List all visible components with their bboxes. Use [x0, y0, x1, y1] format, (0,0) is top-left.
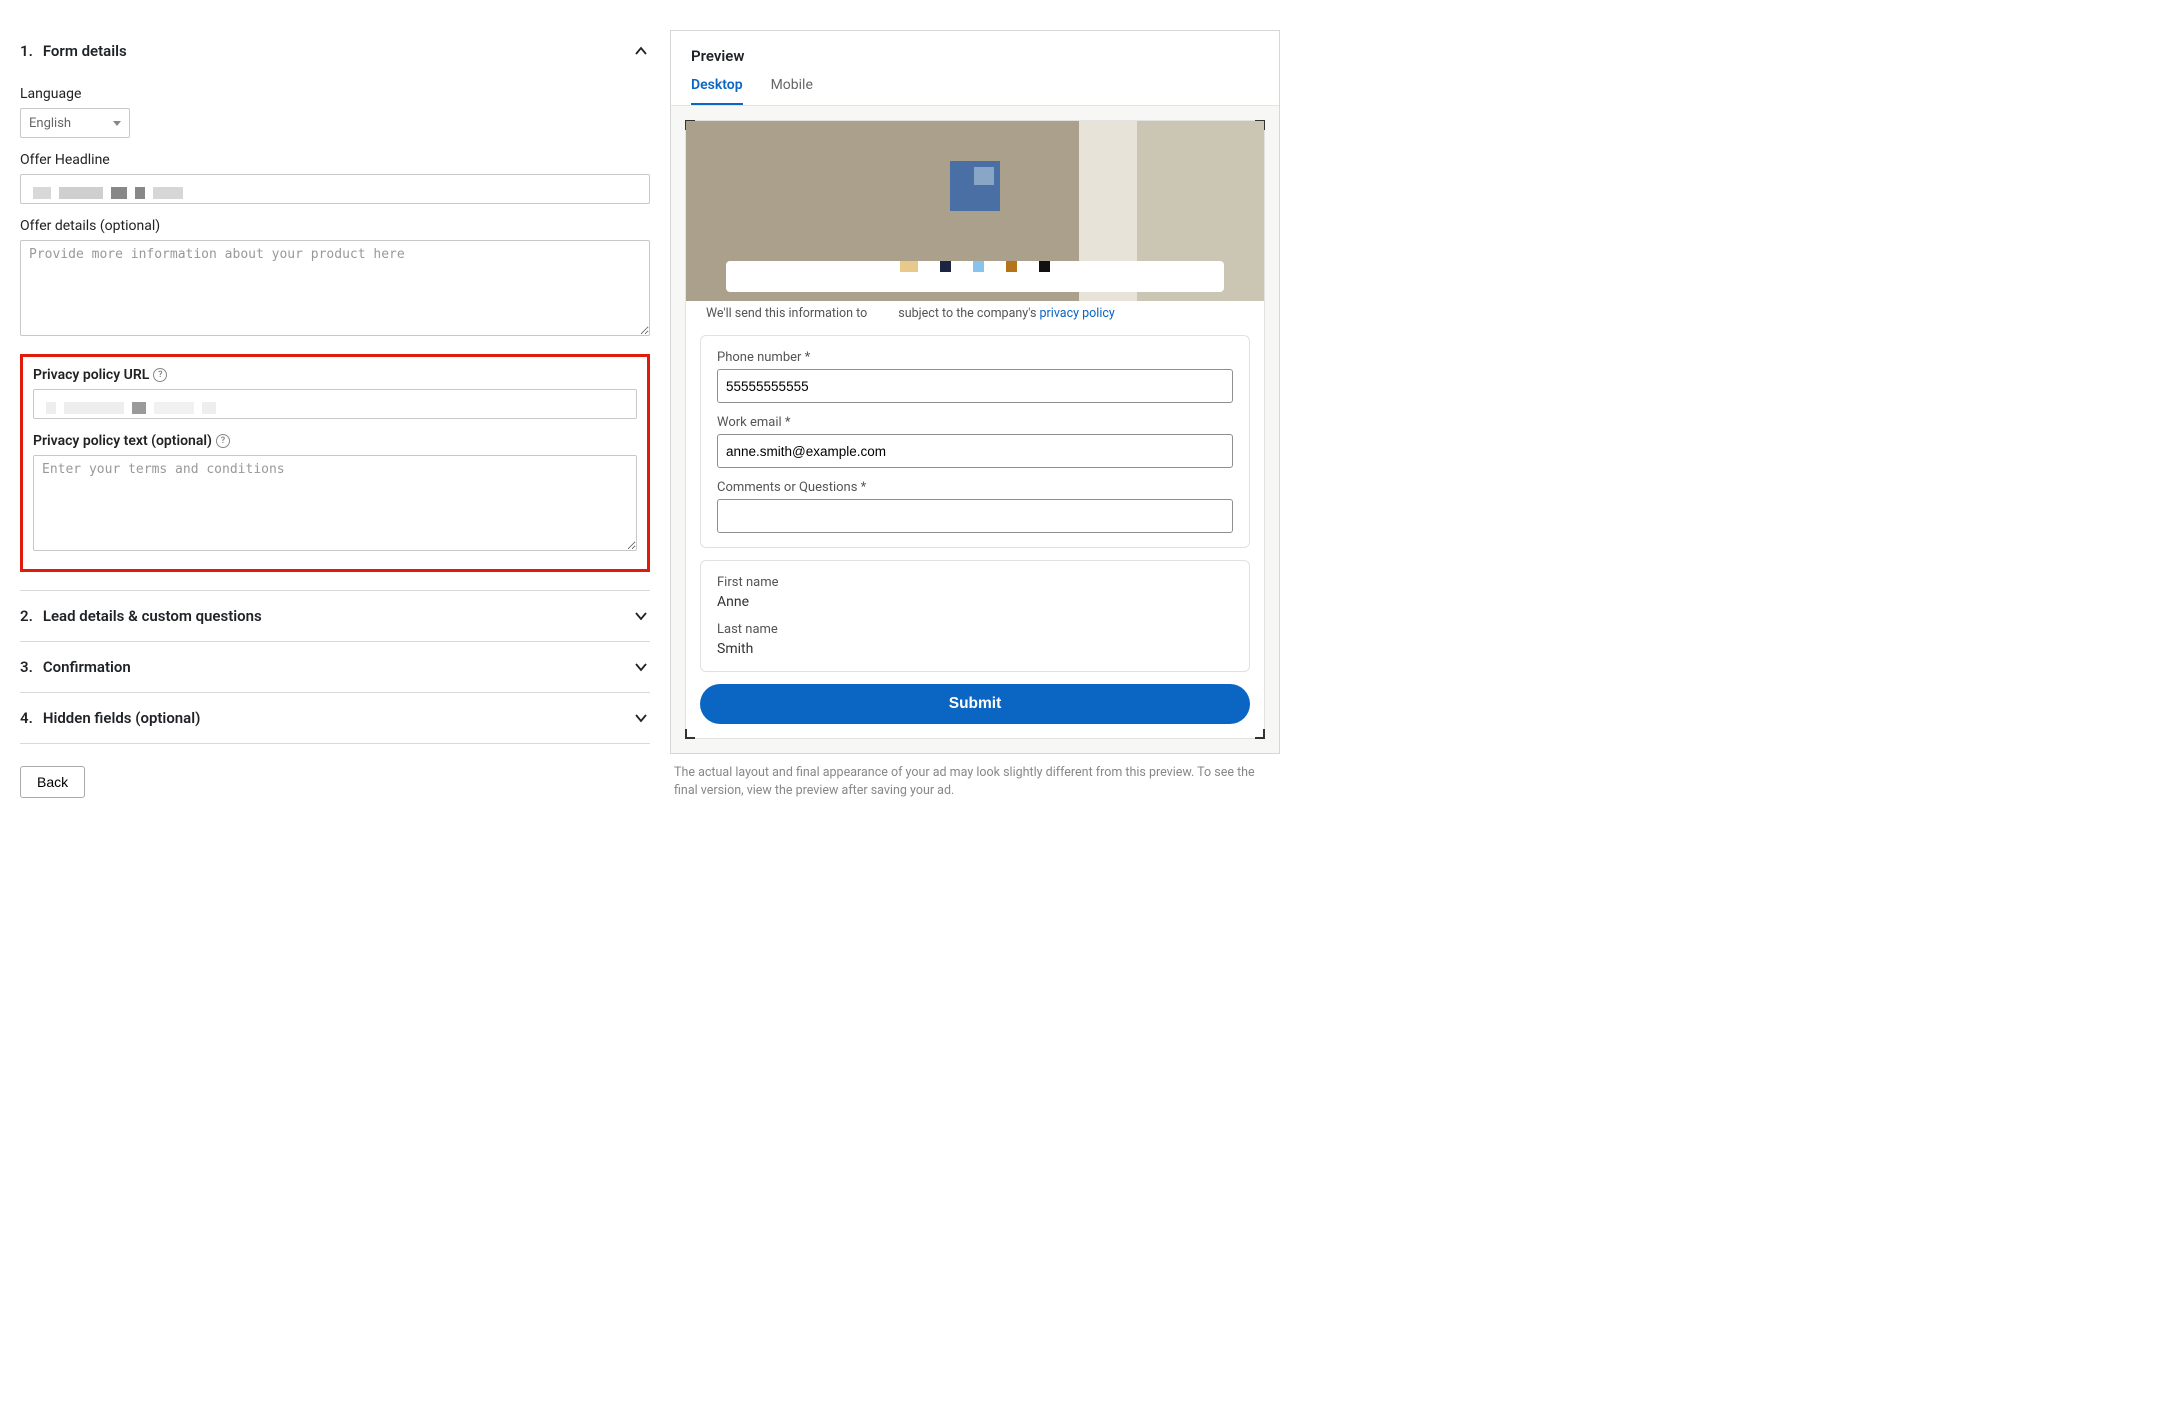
- pptext-label: Privacy policy text (optional) ?: [33, 433, 637, 449]
- tab-mobile[interactable]: Mobile: [771, 77, 813, 105]
- privacy-highlight-box: Privacy policy URL ? Privacy policy text…: [20, 354, 650, 572]
- headline-label: Offer Headline: [20, 152, 650, 168]
- section-num: 1.: [20, 42, 33, 60]
- section-title: Lead details & custom questions: [43, 607, 262, 625]
- headline-input[interactable]: [20, 174, 650, 204]
- firstname-label: First name: [717, 575, 1233, 590]
- help-icon[interactable]: ?: [216, 434, 230, 448]
- language-value: English: [29, 116, 71, 131]
- phone-input[interactable]: [717, 369, 1233, 403]
- headline-placeholder: [726, 261, 1224, 272]
- privacy-policy-link[interactable]: privacy policy: [1040, 306, 1115, 321]
- preview-form-inputs: Phone number * Work email * Comments or …: [700, 335, 1250, 548]
- preview-panel: Preview Desktop Mobile: [670, 30, 1280, 810]
- comments-input[interactable]: [717, 499, 1233, 533]
- chevron-down-icon: [632, 709, 650, 727]
- preview-title: Preview: [671, 31, 1279, 65]
- chevron-down-icon: [632, 607, 650, 625]
- email-label: Work email *: [717, 415, 1233, 430]
- details-textarea[interactable]: [20, 240, 650, 336]
- section-num: 3.: [20, 658, 33, 676]
- section-hidden-fields[interactable]: 4. Hidden fields (optional): [20, 697, 650, 739]
- submit-button[interactable]: Submit: [700, 684, 1250, 724]
- section-confirmation[interactable]: 3. Confirmation: [20, 646, 650, 688]
- preview-form-static: First name Anne Last name Smith: [700, 560, 1250, 672]
- preview-footnote: The actual layout and final appearance o…: [670, 754, 1280, 810]
- help-icon[interactable]: ?: [153, 368, 167, 382]
- ppurl-input[interactable]: [33, 389, 637, 419]
- chevron-down-icon: [632, 658, 650, 676]
- firstname-value: Anne: [717, 594, 1233, 610]
- company-logo: [950, 161, 1000, 211]
- section-num: 4.: [20, 709, 33, 727]
- section-num: 2.: [20, 607, 33, 625]
- email-input[interactable]: [717, 434, 1233, 468]
- language-label: Language: [20, 86, 650, 102]
- chevron-up-icon: [632, 42, 650, 60]
- section-lead-details[interactable]: 2. Lead details & custom questions: [20, 595, 650, 637]
- section-form-details[interactable]: 1. Form details: [20, 30, 650, 72]
- back-button[interactable]: Back: [20, 766, 85, 798]
- pptext-textarea[interactable]: [33, 455, 637, 551]
- preview-tabs: Desktop Mobile: [671, 65, 1279, 106]
- phone-label: Phone number *: [717, 350, 1233, 365]
- preview-frame: We'll send this information to subject t…: [685, 120, 1265, 739]
- lastname-value: Smith: [717, 641, 1233, 657]
- section-title: Hidden fields (optional): [43, 709, 201, 727]
- tab-desktop[interactable]: Desktop: [691, 77, 743, 105]
- form-editor-panel: 1. Form details Language English Offer He…: [20, 30, 650, 810]
- ppurl-label: Privacy policy URL ?: [33, 367, 637, 383]
- section-title: Confirmation: [43, 658, 131, 676]
- chevron-down-icon: [113, 121, 121, 126]
- lastname-label: Last name: [717, 622, 1233, 637]
- section-title: Form details: [43, 42, 127, 60]
- comments-label: Comments or Questions *: [717, 480, 1233, 495]
- language-select[interactable]: English: [20, 108, 130, 138]
- details-label: Offer details (optional): [20, 218, 650, 234]
